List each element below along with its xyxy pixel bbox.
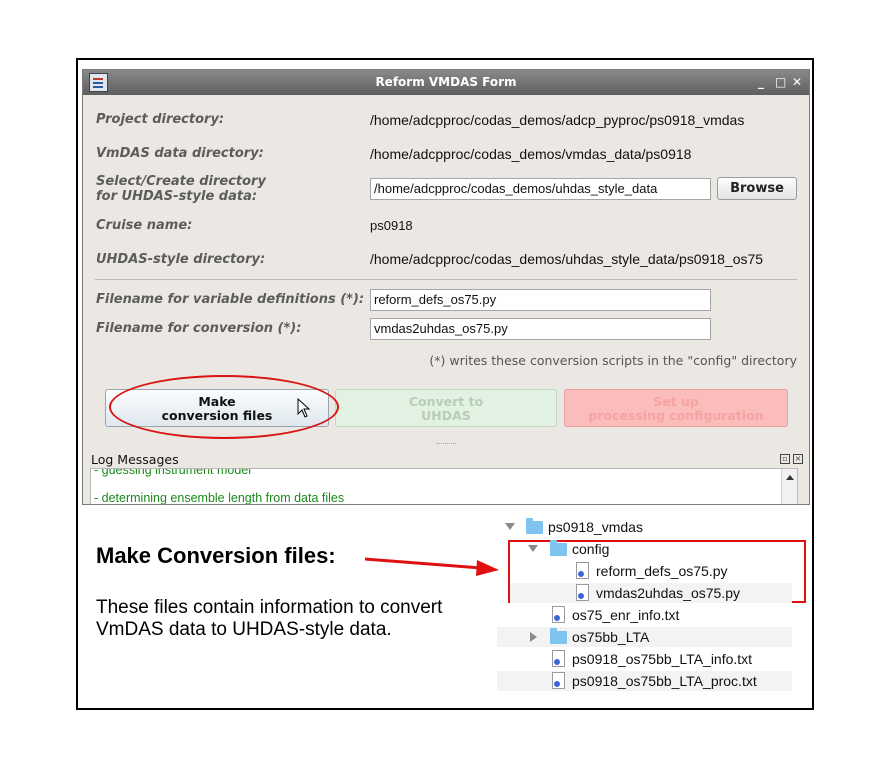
tree-item-label: ps0918_os75bb_LTA_proc.txt: [572, 673, 757, 689]
uhdas-select-label: Select/Create directory for UHDAS-style …: [96, 174, 266, 204]
tree-item-label: vmdas2uhdas_os75.py: [596, 585, 740, 601]
float-icon[interactable]: ▫: [780, 454, 790, 464]
uhdas-style-directory-label: UHDAS-style directory:: [96, 252, 266, 267]
log-line: - guessing instrument model: [94, 468, 252, 477]
conversion-filename-input[interactable]: vmdas2uhdas_os75.py: [370, 318, 711, 340]
text-file-icon: [552, 606, 565, 623]
vmdas-directory-value: /home/adcpproc/codas_demos/vmdas_data/ps…: [370, 146, 692, 162]
tree-row-lta-proc[interactable]: ps0918_os75bb_LTA_proc.txt: [497, 671, 792, 691]
tree-row-lta-info[interactable]: ps0918_os75bb_LTA_info.txt: [497, 649, 792, 669]
window-title: Reform VMDAS Form: [375, 75, 517, 89]
red-arrow-icon: [364, 557, 499, 576]
tree-item-label: config: [572, 541, 610, 557]
collapsed-arrow-icon[interactable]: [530, 632, 537, 642]
python-file-icon: [576, 584, 589, 601]
text-file-icon: [552, 672, 565, 689]
setup-processing-button[interactable]: Set up processing configuration: [564, 389, 788, 427]
uhdas-select-label-line1: Select/Create directory: [96, 174, 266, 189]
uhdas-style-directory-value: /home/adcpproc/codas_demos/uhdas_style_d…: [370, 251, 764, 267]
convert-to-uhdas-button[interactable]: Convert to UHDAS: [335, 389, 557, 427]
convert-button-line1: Convert to: [408, 394, 484, 409]
log-messages-area[interactable]: - guessing instrument model - determinin…: [90, 468, 798, 505]
reform-vmdas-window: Reform VMDAS Form _ □ ✕ Project director…: [82, 69, 810, 505]
log-messages-label: Log Messages: [91, 452, 179, 467]
folder-icon: [550, 628, 567, 644]
tree-row-vmdas2uhdas[interactable]: vmdas2uhdas_os75.py: [510, 583, 792, 603]
cruise-name-label: Cruise name:: [96, 218, 193, 233]
setup-button-line2: processing configuration: [588, 408, 764, 423]
tree-item-label: os75_enr_info.txt: [572, 607, 680, 623]
folder-icon: [526, 518, 543, 534]
tree-row-os75-enr-info[interactable]: os75_enr_info.txt: [497, 605, 792, 625]
log-scrollbar[interactable]: [781, 469, 797, 504]
mouse-pointer-icon: [297, 398, 311, 418]
minimize-icon[interactable]: _: [758, 70, 764, 95]
var-defs-label: Filename for variable definitions (*):: [96, 292, 365, 307]
setup-button-line1: Set up: [653, 394, 699, 409]
conversion-label: Filename for conversion (*):: [96, 321, 302, 336]
pane-splitter-handle[interactable]: [436, 443, 456, 446]
vmdas-directory-label: VmDAS data directory:: [96, 146, 264, 161]
tree-item-label: ps0918_vmdas: [548, 519, 643, 535]
config-note: (*) writes these conversion scripts in t…: [429, 353, 797, 368]
cruise-name-value: ps0918: [370, 218, 413, 233]
tree-row-os75bb-lta[interactable]: os75bb_LTA: [497, 627, 792, 647]
close-icon[interactable]: ✕: [792, 70, 802, 95]
project-directory-value: /home/adcpproc/codas_demos/adcp_pyproc/p…: [370, 112, 745, 128]
expanded-arrow-icon[interactable]: [528, 545, 538, 552]
uhdas-select-label-line2: for UHDAS-style data:: [96, 189, 258, 204]
tree-item-label: reform_defs_os75.py: [596, 563, 728, 579]
browse-button[interactable]: Browse: [717, 177, 797, 200]
expanded-arrow-icon[interactable]: [505, 523, 515, 530]
annotation-description: These files contain information to conve…: [96, 597, 443, 640]
python-file-icon: [576, 562, 589, 579]
folder-icon: [550, 540, 567, 556]
uhdas-style-data-input[interactable]: /home/adcpproc/codas_demos/uhdas_style_d…: [370, 178, 711, 200]
tree-row-ps0918-vmdas[interactable]: ps0918_vmdas: [497, 517, 792, 537]
tree-item-label: os75bb_LTA: [572, 629, 650, 645]
title-bar[interactable]: Reform VMDAS Form _ □ ✕: [83, 70, 809, 95]
log-line: - determining ensemble length from data …: [94, 491, 345, 505]
tree-item-label: ps0918_os75bb_LTA_info.txt: [572, 651, 753, 667]
var-defs-filename-input[interactable]: reform_defs_os75.py: [370, 289, 711, 311]
tree-row-config[interactable]: config: [510, 539, 792, 559]
text-file-icon: [552, 650, 565, 667]
project-directory-label: Project directory:: [96, 112, 225, 127]
convert-button-line2: UHDAS: [421, 408, 471, 423]
close-log-icon[interactable]: ×: [793, 454, 803, 464]
annotation-heading: Make Conversion files:: [96, 543, 336, 568]
tree-row-reform-defs[interactable]: reform_defs_os75.py: [510, 561, 792, 581]
form-separator: [95, 279, 797, 280]
maximize-icon[interactable]: □: [775, 70, 786, 95]
